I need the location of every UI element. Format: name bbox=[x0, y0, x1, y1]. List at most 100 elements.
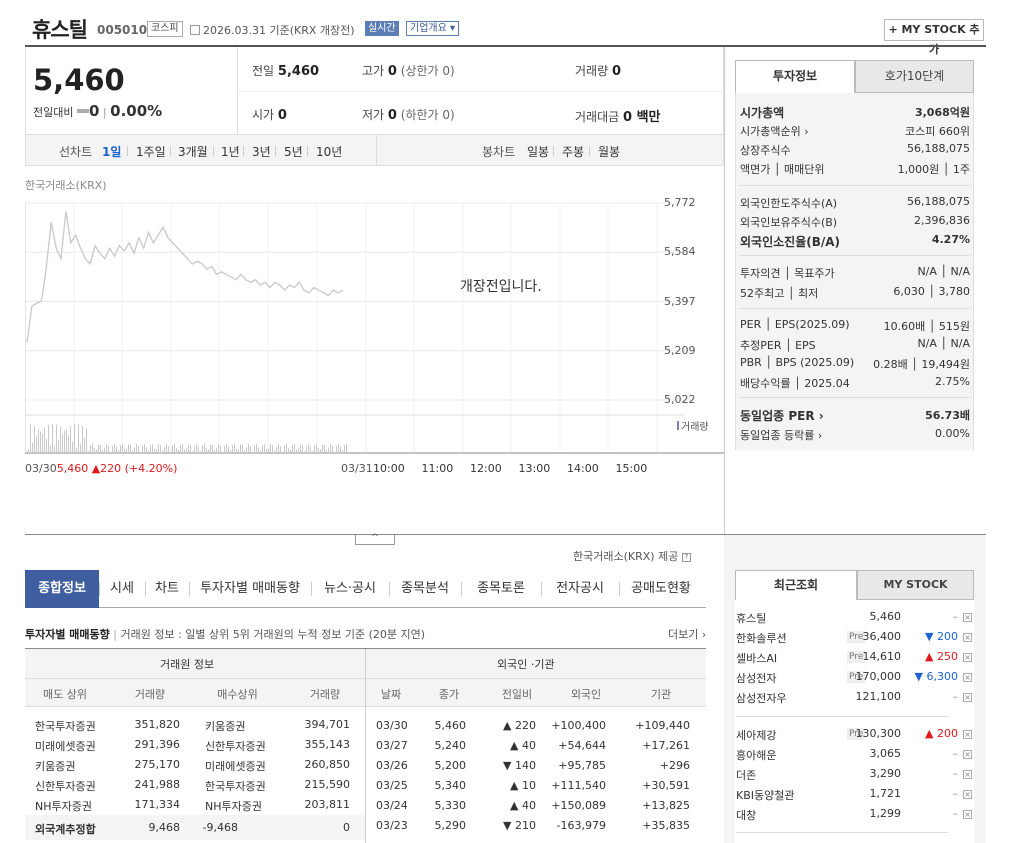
recent-item[interactable]: 셀바스AI Pre 14,610 ▲ 250 × bbox=[736, 650, 974, 668]
volume-bar bbox=[296, 449, 297, 453]
nav-tab-4[interactable]: 뉴스·공시 bbox=[311, 570, 389, 608]
foreign-total-label: 외국계추정합 bbox=[35, 823, 96, 836]
period-10y[interactable]: 10년 bbox=[316, 143, 342, 160]
remove-icon[interactable]: × bbox=[963, 790, 972, 799]
period-1d[interactable]: 1일 bbox=[102, 143, 121, 160]
tab-recent[interactable]: 최근조회 bbox=[735, 570, 857, 600]
remove-icon[interactable]: × bbox=[963, 633, 972, 642]
invest-info-row: 동일업종 등락률 › 0.00% bbox=[740, 427, 970, 443]
candle-day[interactable]: 일봉 bbox=[527, 143, 549, 160]
candle-chart-label: 봉차트 bbox=[482, 145, 516, 159]
recent-item-name[interactable]: 삼성전자우 bbox=[736, 690, 787, 706]
recent-item[interactable]: 삼성전자우 121,100 – × bbox=[736, 690, 974, 708]
volume-bar bbox=[90, 445, 91, 453]
recent-item-name[interactable]: 대창 bbox=[736, 807, 756, 823]
recent-item[interactable]: 더존 3,290 – × bbox=[736, 767, 974, 785]
invest-info-row: 외국인보유주식수(B) 2,396,836 bbox=[740, 214, 970, 230]
recent-item[interactable]: 대창 1,299 – × bbox=[736, 807, 974, 825]
remove-icon[interactable]: × bbox=[963, 693, 972, 702]
recent-item-name[interactable]: 세아제강 bbox=[736, 727, 776, 743]
volume-bar bbox=[98, 444, 99, 453]
recent-item[interactable]: 휴스틸 5,460 – × bbox=[736, 610, 974, 628]
broker-name: 미래에셋증권 bbox=[35, 740, 96, 753]
recent-item[interactable]: KBI동양철관 1,721 – × bbox=[736, 787, 974, 805]
recent-item[interactable]: 한화솔루션 Pre 36,400 ▼ 200 × bbox=[736, 630, 974, 648]
candle-month[interactable]: 월봉 bbox=[598, 143, 620, 160]
volume-bar bbox=[124, 448, 125, 453]
foreign-close: 5,200 bbox=[434, 759, 467, 772]
volume-bar bbox=[224, 446, 225, 453]
institution-net: +109,440 bbox=[635, 719, 690, 732]
more-link[interactable]: 더보기 › bbox=[668, 626, 706, 642]
volume-bar bbox=[110, 451, 111, 453]
column-header: 종가 bbox=[438, 688, 460, 701]
broker-name: NH투자증권 bbox=[35, 800, 92, 813]
nav-tab-7[interactable]: 전자공시 bbox=[541, 570, 619, 608]
remove-icon[interactable]: × bbox=[963, 810, 972, 819]
remove-icon[interactable]: × bbox=[963, 653, 972, 662]
recent-item[interactable]: 삼성전자 Pre 170,000 ▼ 6,300 × bbox=[736, 670, 974, 688]
recent-item-name[interactable]: 셀바스AI bbox=[736, 650, 777, 666]
recent-item-name[interactable]: 더존 bbox=[736, 767, 756, 783]
volume-bar bbox=[286, 444, 287, 453]
realtime-badge[interactable]: 실시간 bbox=[365, 21, 399, 36]
recent-item-price: 170,000 bbox=[855, 670, 902, 683]
period-3y[interactable]: 3년 bbox=[252, 143, 271, 160]
volume-bar bbox=[200, 451, 201, 453]
nav-tab-0[interactable]: 종합정보 bbox=[25, 570, 99, 608]
trade-amount: 0 백만 bbox=[623, 110, 661, 125]
remove-icon[interactable]: × bbox=[963, 673, 972, 682]
invest-info-value: 1,000원 │ 1주 bbox=[897, 163, 970, 176]
volume-bar bbox=[184, 449, 185, 453]
recent-item-name[interactable]: KBI동양철관 bbox=[736, 787, 794, 803]
volume-bar bbox=[312, 450, 313, 453]
calendar-icon bbox=[190, 25, 200, 35]
period-5y[interactable]: 5년 bbox=[284, 143, 303, 160]
nav-tab-5[interactable]: 종목분석 bbox=[389, 570, 461, 608]
nav-tab-3[interactable]: 투자자별 매매동향 bbox=[189, 570, 311, 608]
remove-icon[interactable]: × bbox=[963, 613, 972, 622]
nav-tab-2[interactable]: 차트 bbox=[145, 570, 189, 608]
low-price: 0 bbox=[387, 108, 397, 123]
volume-bar bbox=[204, 444, 205, 453]
remove-icon[interactable]: × bbox=[963, 750, 972, 759]
add-mystock-button[interactable]: + MY STOCK 추가 bbox=[884, 19, 984, 56]
nav-tab-8[interactable]: 공매도현황 bbox=[619, 570, 703, 608]
volume-bar bbox=[40, 431, 41, 453]
tab-hoga[interactable]: 호가10단계 bbox=[855, 60, 974, 93]
nav-tab-1[interactable]: 시세 bbox=[99, 570, 145, 608]
period-1w[interactable]: 1주일 bbox=[136, 143, 166, 160]
volume-bar bbox=[322, 444, 323, 453]
price-chart[interactable] bbox=[25, 195, 725, 480]
volume-bar bbox=[92, 444, 93, 453]
foreign-change: ▲ 40 bbox=[510, 799, 536, 812]
recent-item-name[interactable]: 삼성전자 bbox=[736, 670, 776, 686]
volume-bar bbox=[314, 445, 315, 453]
volume-bar bbox=[304, 451, 305, 453]
candle-week[interactable]: 주봉 bbox=[562, 143, 584, 160]
volume-bar bbox=[48, 424, 49, 453]
period-3m[interactable]: 3개월 bbox=[178, 143, 208, 160]
tab-invest-info[interactable]: 투자정보 bbox=[735, 60, 855, 93]
recent-item[interactable]: 흥아해운 3,065 – × bbox=[736, 747, 974, 765]
company-overview-button[interactable]: 기업개요 ▾ bbox=[406, 21, 460, 36]
recent-item-name[interactable]: 휴스틸 bbox=[736, 610, 766, 626]
tab-separator bbox=[389, 582, 390, 596]
remove-icon[interactable]: × bbox=[963, 730, 972, 739]
volume-bar bbox=[236, 448, 237, 453]
recent-item-name[interactable]: 한화솔루션 bbox=[736, 630, 787, 646]
volume-legend: 거래량 bbox=[677, 418, 709, 433]
info-icon[interactable]: ? bbox=[681, 552, 691, 562]
stock-name: 휴스틸 bbox=[32, 18, 88, 42]
invest-info-label: 투자의견 │ 목표주가 bbox=[740, 267, 835, 280]
nav-tab-6[interactable]: 종목토론 bbox=[461, 570, 541, 608]
recent-item[interactable]: 세아제강 Pre 130,300 ▲ 200 × bbox=[736, 727, 974, 745]
collapse-toggle[interactable]: ^ bbox=[355, 534, 395, 545]
tab-mystock[interactable]: MY STOCK bbox=[857, 570, 974, 600]
volume-bar bbox=[80, 443, 81, 453]
period-1y[interactable]: 1년 bbox=[221, 143, 240, 160]
recent-item-name[interactable]: 흥아해운 bbox=[736, 747, 776, 763]
volume-bar bbox=[226, 444, 227, 453]
remove-icon[interactable]: × bbox=[963, 770, 972, 779]
foreign-date: 03/27 bbox=[376, 739, 408, 752]
